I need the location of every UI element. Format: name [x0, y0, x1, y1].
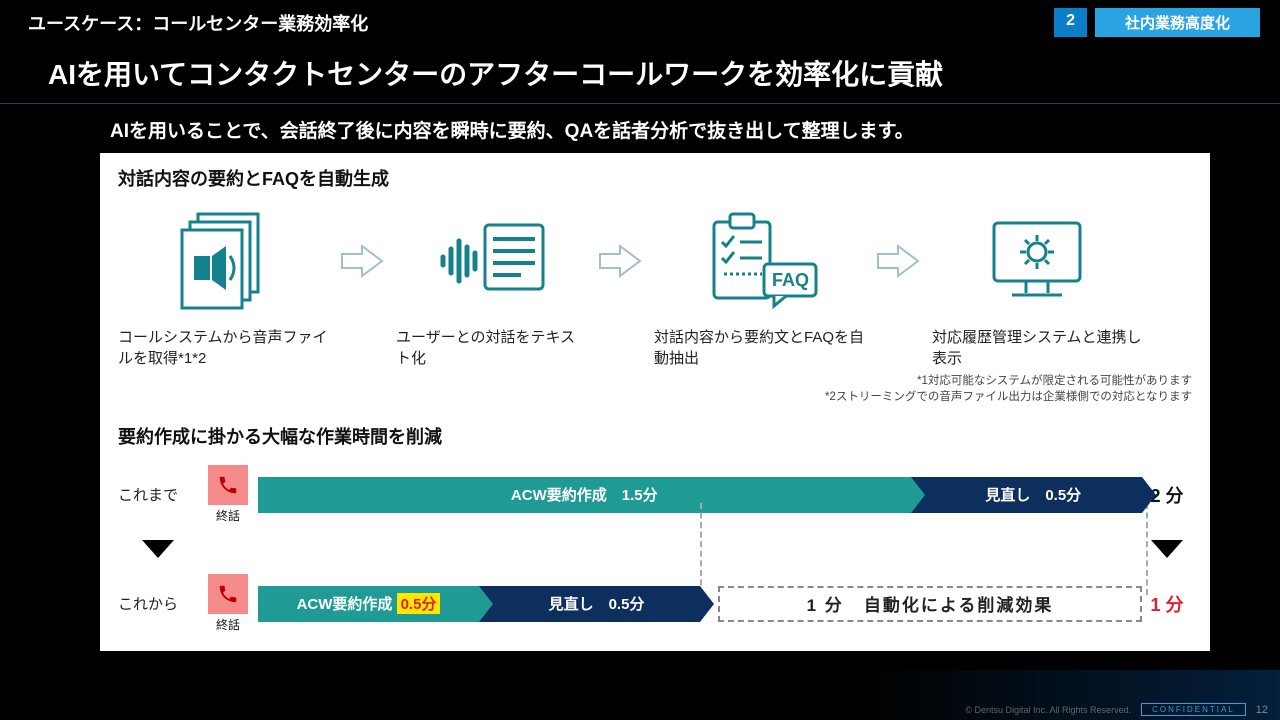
footer: © Dentsu Digital Inc. All Rights Reserve… — [965, 703, 1268, 716]
badge-number: 2 — [1054, 8, 1087, 37]
phone-icon — [217, 583, 239, 605]
footnotes: *1対応可能なシステムが限定される可能性があります *2ストリーミングでの音声フ… — [118, 373, 1192, 405]
step-display-system: 対応履歴管理システムと連携し表示 — [932, 201, 1142, 369]
badge-category: 社内業務高度化 — [1095, 8, 1260, 37]
process-flow: コールシステムから音声ファイルを取得*1*2 — [118, 201, 1192, 369]
reduction-block: 1 分 自動化による削減効果 — [718, 586, 1142, 622]
section1-heading: 対話内容の要約とFAQを自動生成 — [118, 165, 1192, 191]
call-end-marker: 終話 — [198, 574, 258, 633]
before-label: これまで — [118, 484, 198, 505]
step4-caption: 対応履歴管理システムと連携し表示 — [932, 327, 1142, 369]
svg-text:FAQ: FAQ — [772, 270, 809, 290]
audio-files-icon — [168, 206, 278, 316]
step1-caption: コールシステムから音声ファイルを取得*1*2 — [118, 327, 328, 369]
usecase-label: ユースケース：コールセンター業務効率化 — [28, 10, 368, 36]
divider — [0, 103, 1280, 104]
step2-caption: ユーザーとの対話をテキスト化 — [396, 327, 586, 369]
after-label: これから — [118, 593, 198, 614]
page-number: 12 — [1256, 704, 1268, 716]
clipboard-faq-icon: FAQ — [694, 206, 824, 316]
arrow-icon — [876, 244, 920, 278]
step-transcribe: ユーザーとの対話をテキスト化 — [396, 201, 586, 369]
step-faq-extract: FAQ 対話内容から要約文とFAQを自動抽出 — [654, 201, 864, 369]
step3-caption: 対話内容から要約文とFAQを自動抽出 — [654, 327, 864, 369]
call-end-marker: 終話 — [198, 465, 258, 524]
after-seg-review: 見直し 0.5分 — [479, 586, 700, 622]
confidential-badge: CONFIDENTIAL — [1141, 703, 1246, 716]
monitor-gear-icon — [982, 211, 1092, 311]
footnote-1: *1対応可能なシステムが限定される可能性があります — [118, 373, 1192, 389]
highlighted-time: 0.5分 — [397, 593, 441, 614]
content-panel: 対話内容の要約とFAQを自動生成 コールシステムから — [100, 153, 1210, 651]
before-seg-acw: ACW要約作成 1.5分 — [258, 477, 911, 513]
down-triangle-icon — [1151, 540, 1183, 558]
after-bar: ACW要約作成 0.5分 見直し 0.5分 1 分 自動化による削減効果 — [258, 586, 1142, 622]
after-total: 1 分 — [1142, 591, 1192, 617]
arrow-icon — [340, 244, 384, 278]
step-audio-file: コールシステムから音声ファイルを取得*1*2 — [118, 201, 328, 369]
before-seg-review: 見直し 0.5分 — [911, 477, 1143, 513]
section2-heading: 要約作成に掛かる大幅な作業時間を削減 — [118, 423, 1192, 449]
after-seg-acw: ACW要約作成 0.5分 — [258, 586, 479, 622]
copyright: © Dentsu Digital Inc. All Rights Reserve… — [965, 705, 1131, 715]
phone-icon — [217, 474, 239, 496]
page-subtitle: AIを用いることで、会話終了後に内容を瞬時に要約、QAを話者分析で抜き出して整理… — [0, 112, 1280, 153]
down-triangle-icon — [142, 540, 174, 558]
arrow-icon — [598, 244, 642, 278]
page-title: AIを用いてコンタクトセンターのアフターコールワークを効率化に貢献 — [0, 43, 1280, 103]
sound-text-icon — [431, 211, 551, 311]
time-comparison-chart: これまで 終話 ACW要約作成 1.5分 見直し 0.5分 2 分 これから 終… — [118, 465, 1192, 633]
footnote-2: *2ストリーミングでの音声ファイル出力は企業様側での対応となります — [118, 389, 1192, 405]
